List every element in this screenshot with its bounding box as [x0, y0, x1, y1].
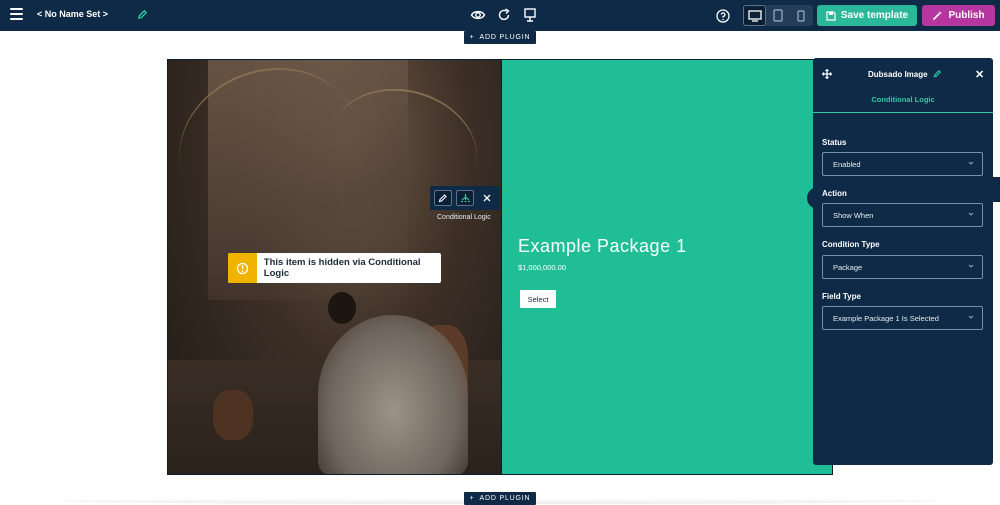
settings-panel: Dubsado Image ✕ Conditional Logic Status…	[813, 58, 993, 465]
help-icon[interactable]	[715, 8, 731, 24]
status-label: Status	[822, 138, 847, 147]
pencil-icon[interactable]	[933, 69, 942, 78]
close-element-icon[interactable]	[478, 190, 496, 206]
element-toolbar-label: Conditional Logic	[437, 214, 491, 221]
chevron-down-icon	[968, 315, 974, 319]
field-type-value: Example Package 1 Is Selected	[833, 314, 939, 323]
set-name[interactable]: < No Name Set >	[37, 9, 108, 19]
plus-icon: +	[469, 34, 475, 41]
status-value: Enabled	[833, 160, 861, 169]
redo-icon[interactable]	[496, 7, 512, 23]
device-preview-icon[interactable]	[522, 7, 538, 23]
plus-icon: +	[469, 495, 475, 502]
add-plugin-button-top[interactable]: + ADD PLUGIN	[464, 31, 536, 44]
chevron-down-icon	[968, 212, 974, 216]
desktop-icon[interactable]	[743, 5, 766, 26]
action-value: Show When	[833, 211, 874, 220]
hidden-notice-text: This item is hidden via Conditional Logi…	[263, 257, 421, 279]
save-template-button[interactable]: Save template	[817, 5, 917, 26]
condition-type-value: Package	[833, 263, 863, 272]
add-plugin-button-bottom[interactable]: + ADD PLUGIN	[464, 492, 536, 505]
chevron-down-icon	[968, 264, 974, 268]
element-toolbar	[430, 186, 500, 210]
status-select[interactable]: Enabled	[822, 152, 983, 176]
field-type-select[interactable]: Example Package 1 Is Selected	[822, 306, 983, 330]
package-block[interactable]: Example Package 1 $1,000,000.00 Select	[501, 60, 832, 474]
package-price: $1,000,000.00	[518, 263, 566, 272]
action-select[interactable]: Show When	[822, 203, 983, 227]
action-label: Action	[822, 189, 847, 198]
hidden-notice: This item is hidden via Conditional Logi…	[228, 253, 441, 283]
hidden-image[interactable]: This item is hidden via Conditional Logi…	[168, 60, 501, 474]
save-template-label: Save template	[840, 10, 909, 21]
condition-type-label: Condition Type	[822, 240, 880, 249]
eye-icon[interactable]	[470, 7, 486, 23]
add-plugin-label: ADD PLUGIN	[479, 34, 531, 41]
edit-element-icon[interactable]	[434, 190, 452, 206]
condition-type-select[interactable]: Package	[822, 255, 983, 279]
publish-label: Publish	[948, 10, 985, 21]
package-title: Example Package 1	[518, 236, 687, 256]
chevron-down-icon	[968, 161, 974, 165]
save-icon	[826, 10, 836, 21]
magic-wand-icon	[933, 11, 943, 21]
select-button[interactable]: Select	[520, 290, 556, 308]
tab-conditional-logic[interactable]: Conditional Logic	[813, 88, 993, 113]
warning-icon	[228, 253, 257, 283]
side-drawer-tab[interactable]	[993, 177, 1000, 202]
canvas-section: This item is hidden via Conditional Logi…	[167, 59, 833, 475]
top-bar: < No Name Set > Save template Publish	[0, 0, 1000, 31]
device-switcher	[743, 5, 813, 26]
mobile-icon[interactable]	[789, 5, 812, 26]
publish-button[interactable]: Publish	[922, 5, 995, 26]
panel-title: Dubsado Image	[868, 70, 928, 79]
close-panel-icon[interactable]: ✕	[975, 68, 984, 81]
field-type-label: Field Type	[822, 292, 861, 301]
tablet-icon[interactable]	[766, 5, 789, 26]
move-icon[interactable]	[822, 69, 832, 79]
menu-icon[interactable]	[10, 8, 23, 22]
preview-tools	[470, 7, 538, 23]
pencil-icon[interactable]	[137, 9, 148, 20]
conditional-logic-icon[interactable]	[456, 190, 474, 206]
add-plugin-label: ADD PLUGIN	[479, 495, 531, 502]
